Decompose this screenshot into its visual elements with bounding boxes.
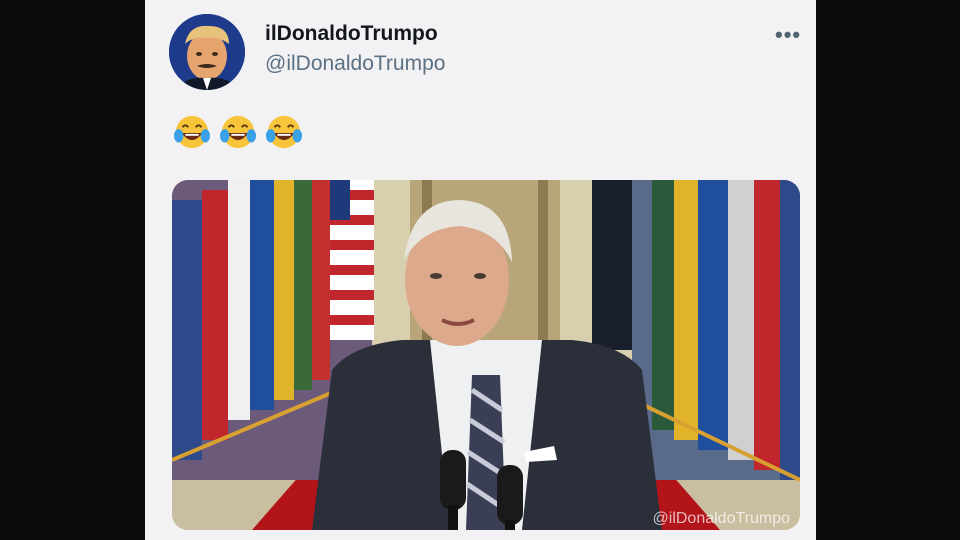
avatar[interactable] xyxy=(169,14,245,90)
user-handle[interactable]: @ilDonaldoTrumpo xyxy=(265,52,445,76)
laughing-crying-emoji-icon xyxy=(173,115,211,149)
display-name[interactable]: ilDonaldoTrumpo xyxy=(265,22,438,46)
laughing-crying-emoji-icon xyxy=(265,115,303,149)
video-frame xyxy=(172,180,800,530)
left-letterbox xyxy=(0,0,145,540)
laughing-crying-emoji-icon xyxy=(219,115,257,149)
right-letterbox xyxy=(816,0,960,540)
more-options-icon[interactable]: ••• xyxy=(775,22,801,48)
tweet-media-video[interactable]: @ilDonaldoTrumpo xyxy=(172,180,800,530)
tweet-text xyxy=(173,112,303,152)
video-watermark: @ilDonaldoTrumpo xyxy=(652,510,790,527)
tweet-card: ilDonaldoTrumpo @ilDonaldoTrumpo ••• @il… xyxy=(145,0,816,540)
